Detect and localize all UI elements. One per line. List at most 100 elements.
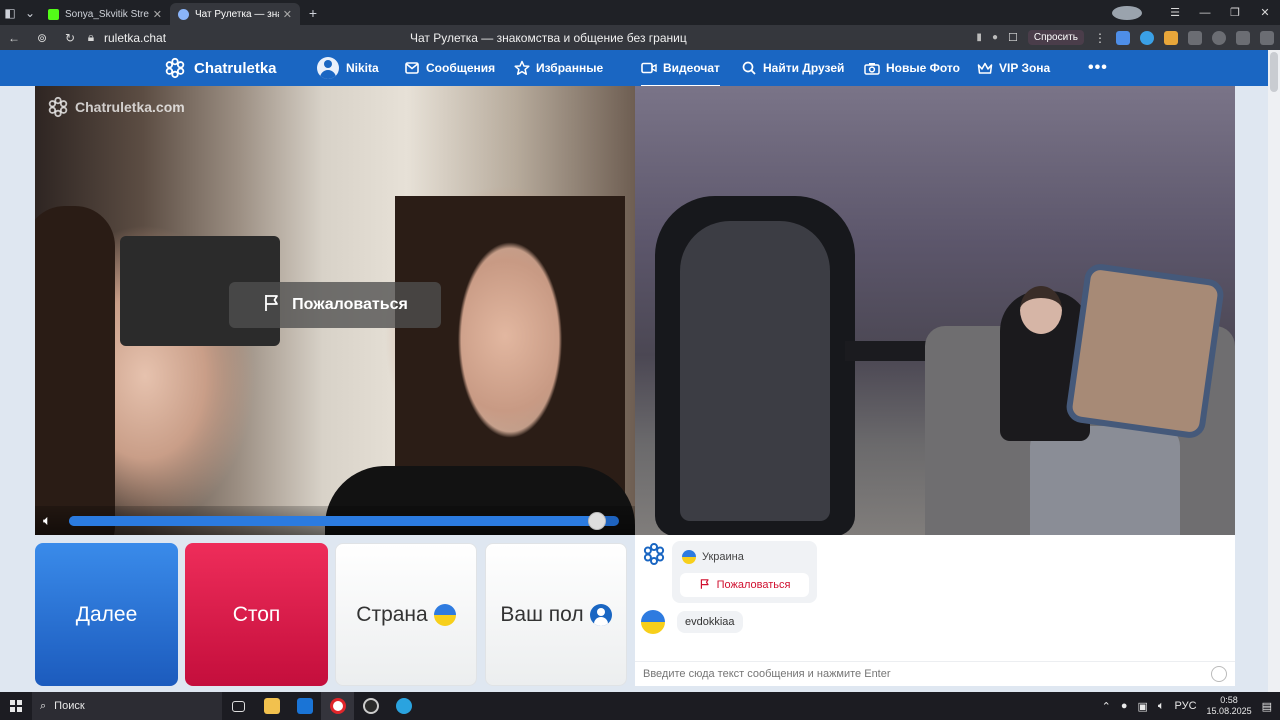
stop-button[interactable]: Стоп <box>185 543 328 686</box>
video-background-object <box>680 221 830 521</box>
telegram-icon[interactable] <box>387 692 420 720</box>
microphone-icon[interactable]: ● <box>1121 700 1128 712</box>
collections-icon[interactable] <box>1236 30 1250 45</box>
report-overlay-button[interactable]: Пожаловаться <box>229 282 441 328</box>
extension-icon[interactable] <box>1140 30 1154 45</box>
site-header: Chatruletka Nikita Сообщения Избранные В… <box>0 50 1268 87</box>
tab-list-chevron-icon[interactable]: ⌄ <box>20 3 40 23</box>
chat-message-input[interactable] <box>643 668 1203 680</box>
chat-panel: Украина Пожаловаться evdokkiaa <box>635 535 1235 686</box>
country-name: Украина <box>702 551 744 563</box>
volume-fill <box>69 515 597 526</box>
address-bar-tools: ▮ ● ☐ Спросить ⋮ <box>976 25 1274 50</box>
windows-taskbar: ⌕ Поиск ⌃ ● ▣ 🔈︎ РУС 0:58 15.08.2025 ▤ <box>0 692 1280 720</box>
close-window-icon[interactable]: ✕ <box>1250 6 1280 19</box>
next-button-label: Далее <box>75 602 138 626</box>
restore-window-icon[interactable]: ❐ <box>1220 6 1250 19</box>
browser-tab-stream[interactable]: Sonya_Skvitik Stream - Ki ✕ <box>40 3 170 25</box>
obs-icon[interactable] <box>354 692 387 720</box>
page-title: Чат Рулетка — знакомства и общение без г… <box>410 30 687 45</box>
nav-videochat[interactable]: Видеочат <box>641 60 720 87</box>
more-options-icon[interactable]: ⋮ <box>1094 31 1106 45</box>
downloads-icon[interactable] <box>1260 30 1274 45</box>
crown-icon <box>977 60 993 76</box>
nav-label: Nikita <box>346 61 379 75</box>
system-tray: ⌃ ● ▣ 🔈︎ РУС 0:58 15.08.2025 ▤ <box>1102 692 1280 720</box>
nav-label: VIP Зона <box>999 61 1051 75</box>
gender-button[interactable]: Ваш пол <box>485 543 627 686</box>
extension-icon[interactable] <box>1164 30 1178 45</box>
volume-icon[interactable]: 🔈︎ <box>1158 700 1165 713</box>
task-view-icon[interactable] <box>222 692 255 720</box>
address-bar: ← ⊚ ↻ 🔒︎ ruletka.chat Чат Рулетка — знак… <box>0 25 1280 50</box>
url-field[interactable]: ruletka.chat <box>104 31 166 45</box>
nav-messages[interactable]: Сообщения <box>404 60 495 76</box>
window-controls: ☰ — ❐ ✕ <box>1112 0 1280 25</box>
start-button[interactable] <box>0 692 32 720</box>
file-explorer-icon[interactable] <box>255 692 288 720</box>
tray-chevron-icon[interactable]: ⌃ <box>1102 700 1111 713</box>
chatruletka-watermark: Chatruletka.com <box>47 96 185 118</box>
clock-time: 0:58 <box>1220 695 1238 705</box>
nav-find-friends[interactable]: Найти Друзей <box>741 60 844 76</box>
report-overlay-label: Пожаловаться <box>292 296 408 313</box>
outlook-icon[interactable] <box>288 692 321 720</box>
profile-avatar-icon[interactable] <box>1112 5 1142 20</box>
nav-label: Видеочат <box>663 61 720 75</box>
logo-text: Chatruletka <box>194 59 277 77</box>
close-tab-icon[interactable]: ✕ <box>153 8 162 21</box>
ask-alice-button[interactable]: Спросить <box>1027 30 1084 45</box>
browser-menu-hamburger-icon[interactable]: ☰ <box>1160 6 1190 19</box>
partner-video: Chatruletka.com Пожаловаться 🔈︎ <box>35 86 635 535</box>
site-logo[interactable]: Chatruletka <box>164 57 277 79</box>
speaker-icon[interactable]: 🔈︎ <box>43 512 63 529</box>
volume-knob[interactable] <box>588 511 606 530</box>
nav-new-photos[interactable]: Новые Фото <box>864 60 960 76</box>
microphone-permission-icon[interactable]: ● <box>992 32 998 43</box>
chat-report-button[interactable]: Пожаловаться <box>680 573 809 597</box>
volume-slider[interactable] <box>69 511 619 530</box>
flag-icon <box>699 578 711 593</box>
gender-button-label: Ваш пол <box>500 602 584 626</box>
camera-permission-icon[interactable]: ▮ <box>976 32 982 43</box>
nav-label: Избранные <box>536 61 604 75</box>
notifications-icon[interactable]: ▤ <box>1262 700 1272 713</box>
taskbar-search[interactable]: ⌕ Поиск <box>32 692 222 720</box>
star-icon <box>514 60 530 76</box>
partner-nickname[interactable]: evdokkiaa <box>677 611 743 633</box>
extension-icon[interactable] <box>1116 30 1130 45</box>
minimize-window-icon[interactable]: — <box>1190 7 1220 19</box>
nav-vip[interactable]: VIP Зона <box>977 60 1050 76</box>
close-tab-icon[interactable]: ✕ <box>283 8 292 21</box>
new-tab-plus-icon[interactable]: + <box>304 4 322 22</box>
media-icon[interactable] <box>1212 30 1226 45</box>
scrollbar-thumb[interactable] <box>1270 52 1278 92</box>
nav-favorites[interactable]: Избранные <box>514 60 603 76</box>
bookmark-icon[interactable]: ☐ <box>1008 31 1018 44</box>
reload-icon[interactable]: ↻ <box>56 31 84 45</box>
country-button-label: Страна <box>356 602 428 626</box>
emoji-smile-icon[interactable] <box>1211 666 1227 682</box>
chatruletka-logo-icon <box>643 543 665 565</box>
puzzle-extensions-icon[interactable] <box>1188 30 1202 45</box>
clock[interactable]: 0:58 15.08.2025 <box>1207 695 1252 717</box>
yandex-home-icon[interactable]: ⊚ <box>28 31 56 45</box>
kick-favicon-icon <box>48 8 59 20</box>
page-scrollbar[interactable] <box>1268 50 1280 692</box>
camera-icon <box>864 60 880 76</box>
system-message: Украина Пожаловаться <box>672 541 817 603</box>
nav-profile[interactable]: Nikita <box>317 57 379 79</box>
ukraine-flag-icon <box>641 610 665 634</box>
clock-date: 15.08.2025 <box>1206 706 1252 716</box>
input-language[interactable]: РУС <box>1175 700 1197 712</box>
more-menu-icon[interactable]: ••• <box>1088 59 1108 77</box>
browser-menu-icon[interactable]: ◧ <box>0 3 20 23</box>
yandex-browser-icon[interactable] <box>321 692 354 720</box>
user-avatar-icon <box>317 57 339 79</box>
country-button[interactable]: Страна <box>335 543 477 686</box>
browser-tab-chatruletka[interactable]: Чат Рулетка — знакомства и общение без г… <box>170 3 300 25</box>
chat-input-row <box>635 661 1235 686</box>
back-arrow-icon[interactable]: ← <box>0 31 28 45</box>
next-button[interactable]: Далее <box>35 543 178 686</box>
network-icon[interactable]: ▣ <box>1138 700 1148 713</box>
